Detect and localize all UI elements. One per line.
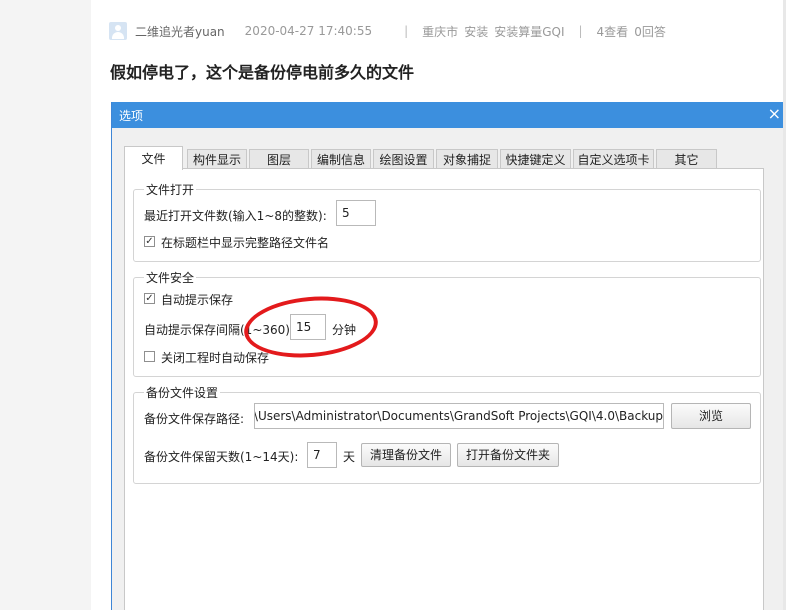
tab-custom-tabs[interactable]: 自定义选项卡 (573, 149, 654, 169)
clear-backup-button[interactable]: 清理备份文件 (361, 443, 451, 467)
meta-separator: | (404, 24, 409, 38)
group-legend: 文件打开 (144, 181, 197, 198)
username[interactable]: 二维追光者yuan (135, 23, 225, 40)
tab-object-snap[interactable]: 对象捕捉 (436, 149, 498, 169)
answer-count: 0回答 (634, 24, 666, 39)
post-date: 2020-04-27 17:40:55 (244, 24, 373, 38)
recent-files-input[interactable]: 5 (336, 200, 376, 226)
backup-path-input[interactable]: C:\Users\Administrator\Documents\GrandSo… (254, 403, 664, 429)
dialog-titlebar[interactable]: 选项 × (112, 102, 786, 128)
tab-other[interactable]: 其它 (656, 149, 717, 169)
browse-button[interactable]: 浏览 (671, 403, 751, 429)
backup-days-input[interactable]: 7 (307, 442, 337, 468)
tab-drawing-settings[interactable]: 绘图设置 (373, 149, 434, 169)
post-meta: 二维追光者yuan 2020-04-27 17:40:55 | 重庆市 安装 安… (109, 22, 666, 40)
show-fullpath-checkbox[interactable]: ✓ (144, 236, 155, 247)
options-dialog: 选项 × 文件 构件显示 图层 编制信息 绘图设置 对象捕捉 快捷键定义 自定义… (111, 102, 786, 610)
post-product[interactable]: 安装算量GQI (494, 23, 564, 40)
tab-component-display[interactable]: 构件显示 (187, 149, 247, 169)
open-backup-folder-button[interactable]: 打开备份文件夹 (457, 443, 559, 467)
group-file-safety: 文件安全 ✓ 自动提示保存 自动提示保存间隔(1~360) 15 分钟 关闭工程… (133, 269, 761, 377)
days-unit-label: 天 (343, 450, 356, 464)
group-legend: 文件安全 (144, 269, 197, 286)
post-location[interactable]: 重庆市 (422, 23, 458, 40)
tab-panel-file: 文件打开 最近打开文件数(输入1~8的整数): 5 ✓ 在标题栏中显示完整路径文… (124, 168, 764, 610)
meta-separator: | (578, 24, 583, 38)
group-legend: 备份文件设置 (144, 384, 221, 401)
group-backup: 备份文件设置 备份文件保存路径: C:\Users\Administrator\… (133, 384, 761, 484)
tab-shortcut-keys[interactable]: 快捷键定义 (500, 149, 571, 169)
tab-layers[interactable]: 图层 (249, 149, 309, 169)
autosave-on-close-checkbox[interactable] (144, 351, 155, 362)
backup-path-value: C:\Users\Administrator\Documents\GrandSo… (254, 409, 663, 423)
post-category[interactable]: 安装 (464, 23, 488, 40)
group-file-open: 文件打开 最近打开文件数(输入1~8的整数): 5 ✓ 在标题栏中显示完整路径文… (133, 181, 761, 262)
tab-compile-info[interactable]: 编制信息 (311, 149, 371, 169)
post-title[interactable]: 假如停电了，这个是备份停电前多久的文件 (110, 59, 414, 83)
post-card: 二维追光者yuan 2020-04-27 17:40:55 | 重庆市 安装 安… (91, 0, 786, 610)
backup-days-label: 备份文件保留天数(1~14天): (144, 450, 299, 464)
tab-file[interactable]: 文件 (124, 146, 183, 170)
show-fullpath-label[interactable]: 在标题栏中显示完整路径文件名 (161, 234, 329, 251)
dialog-title: 选项 (119, 109, 144, 123)
autosave-prompt-checkbox[interactable]: ✓ (144, 293, 155, 304)
close-icon[interactable]: × (768, 105, 781, 123)
backup-path-label: 备份文件保存路径: (144, 412, 245, 426)
autosave-on-close-label[interactable]: 关闭工程时自动保存 (161, 349, 269, 366)
autosave-prompt-label[interactable]: 自动提示保存 (161, 291, 233, 308)
recent-files-label: 最近打开文件数(输入1~8的整数): (144, 209, 327, 223)
view-count: 4查看 (596, 24, 629, 39)
avatar[interactable] (109, 22, 127, 40)
